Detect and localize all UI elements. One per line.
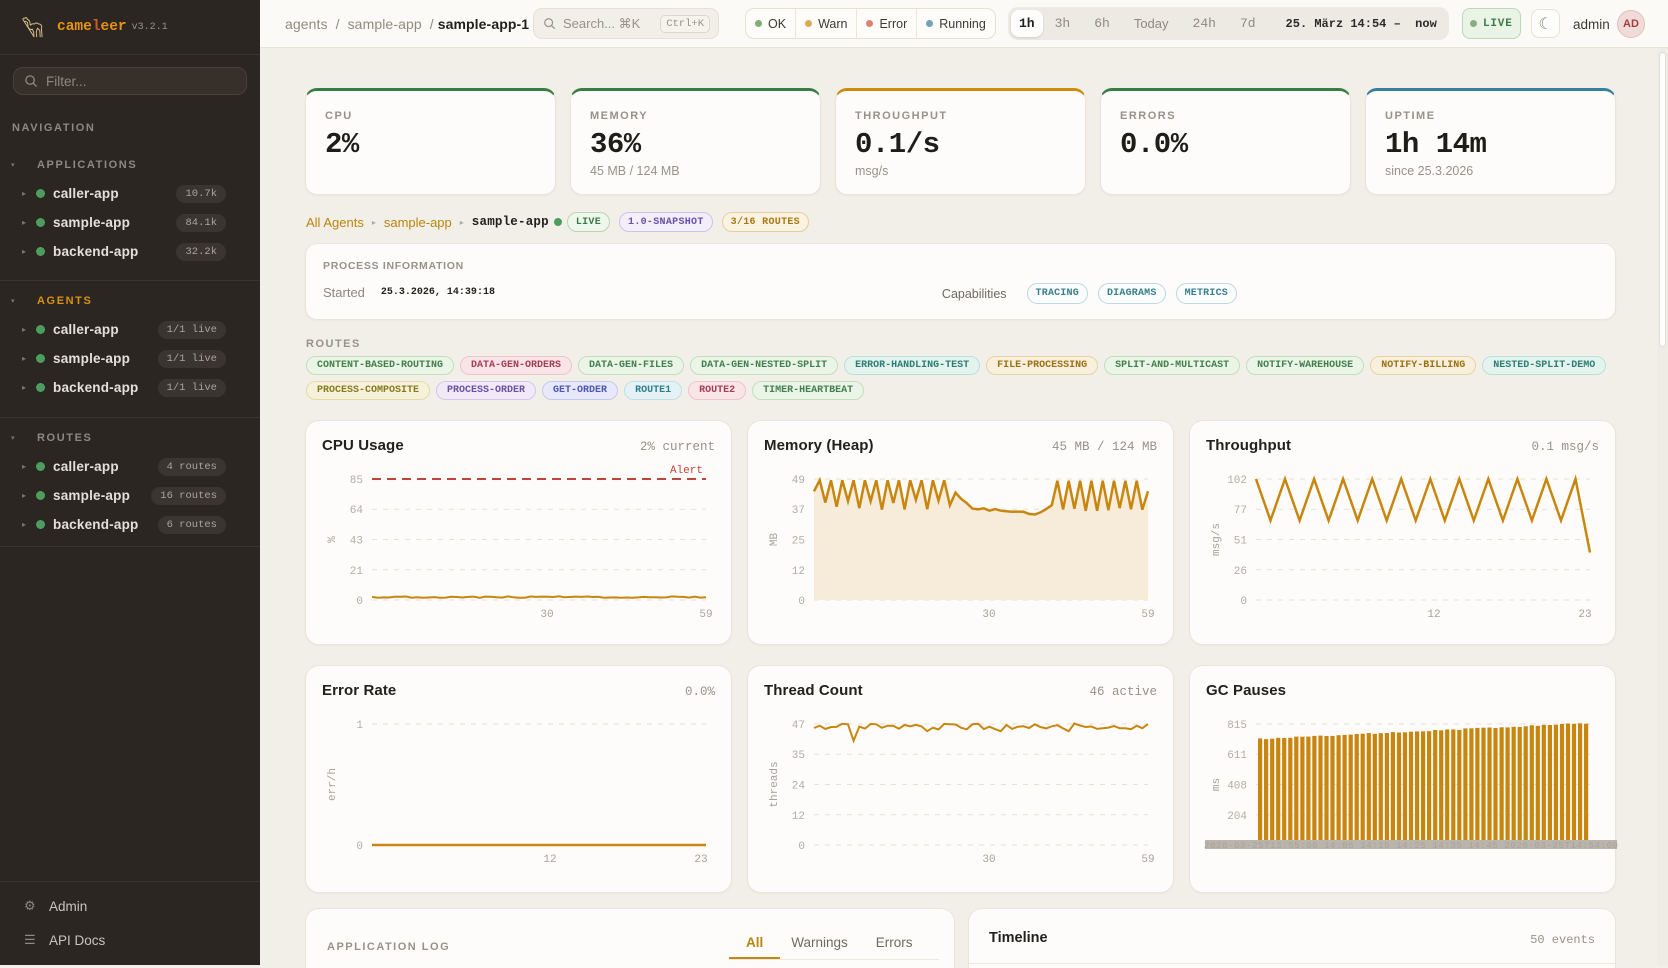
svg-text:0: 0: [1240, 596, 1247, 608]
svg-text:30: 30: [982, 854, 995, 866]
svg-text:12: 12: [1427, 609, 1440, 621]
svg-text:12: 12: [543, 854, 556, 866]
svg-text:815: 815: [1227, 720, 1247, 732]
svg-text:24: 24: [792, 781, 806, 793]
svg-text:threads: threads: [769, 761, 781, 807]
svg-text:MB: MB: [769, 533, 781, 547]
svg-text:2026-03-25T13:55:00 14:05 14:1: 2026-03-25T13:55:00 14:05 14:15 14:25 14…: [1204, 841, 1618, 851]
svg-text:23: 23: [694, 854, 707, 866]
svg-text:204: 204: [1227, 811, 1247, 823]
svg-text:21: 21: [350, 566, 364, 578]
svg-text:85: 85: [350, 475, 363, 487]
svg-text:611: 611: [1227, 750, 1247, 762]
svg-text:0: 0: [356, 596, 363, 608]
svg-text:102: 102: [1227, 475, 1247, 487]
svg-text:51: 51: [1234, 536, 1248, 548]
svg-text:0: 0: [798, 596, 805, 608]
svg-text:12: 12: [792, 566, 805, 578]
svg-text:23: 23: [1578, 609, 1591, 621]
svg-text:64: 64: [350, 505, 364, 517]
svg-text:30: 30: [982, 609, 995, 621]
svg-text:43: 43: [350, 536, 363, 548]
svg-text:0: 0: [798, 841, 805, 853]
svg-text:12: 12: [792, 811, 805, 823]
svg-text:35: 35: [792, 750, 805, 762]
svg-text:30: 30: [540, 609, 553, 621]
svg-text:77: 77: [1234, 505, 1247, 517]
svg-text:ms: ms: [1211, 778, 1223, 791]
svg-text:err/h: err/h: [327, 768, 339, 801]
svg-text:25: 25: [792, 536, 805, 548]
svg-text:59: 59: [1141, 609, 1154, 621]
svg-text:%: %: [327, 536, 339, 543]
svg-text:408: 408: [1227, 781, 1247, 793]
svg-text:59: 59: [1141, 854, 1154, 866]
svg-text:26: 26: [1234, 566, 1247, 578]
svg-text:59: 59: [699, 609, 712, 621]
svg-text:49: 49: [792, 475, 805, 487]
svg-text:1: 1: [356, 720, 363, 732]
svg-text:0: 0: [356, 841, 363, 853]
svg-text:47: 47: [792, 720, 805, 732]
svg-text:msg/s: msg/s: [1211, 523, 1223, 556]
svg-text:Alert: Alert: [670, 465, 703, 477]
svg-text:37: 37: [792, 505, 805, 517]
